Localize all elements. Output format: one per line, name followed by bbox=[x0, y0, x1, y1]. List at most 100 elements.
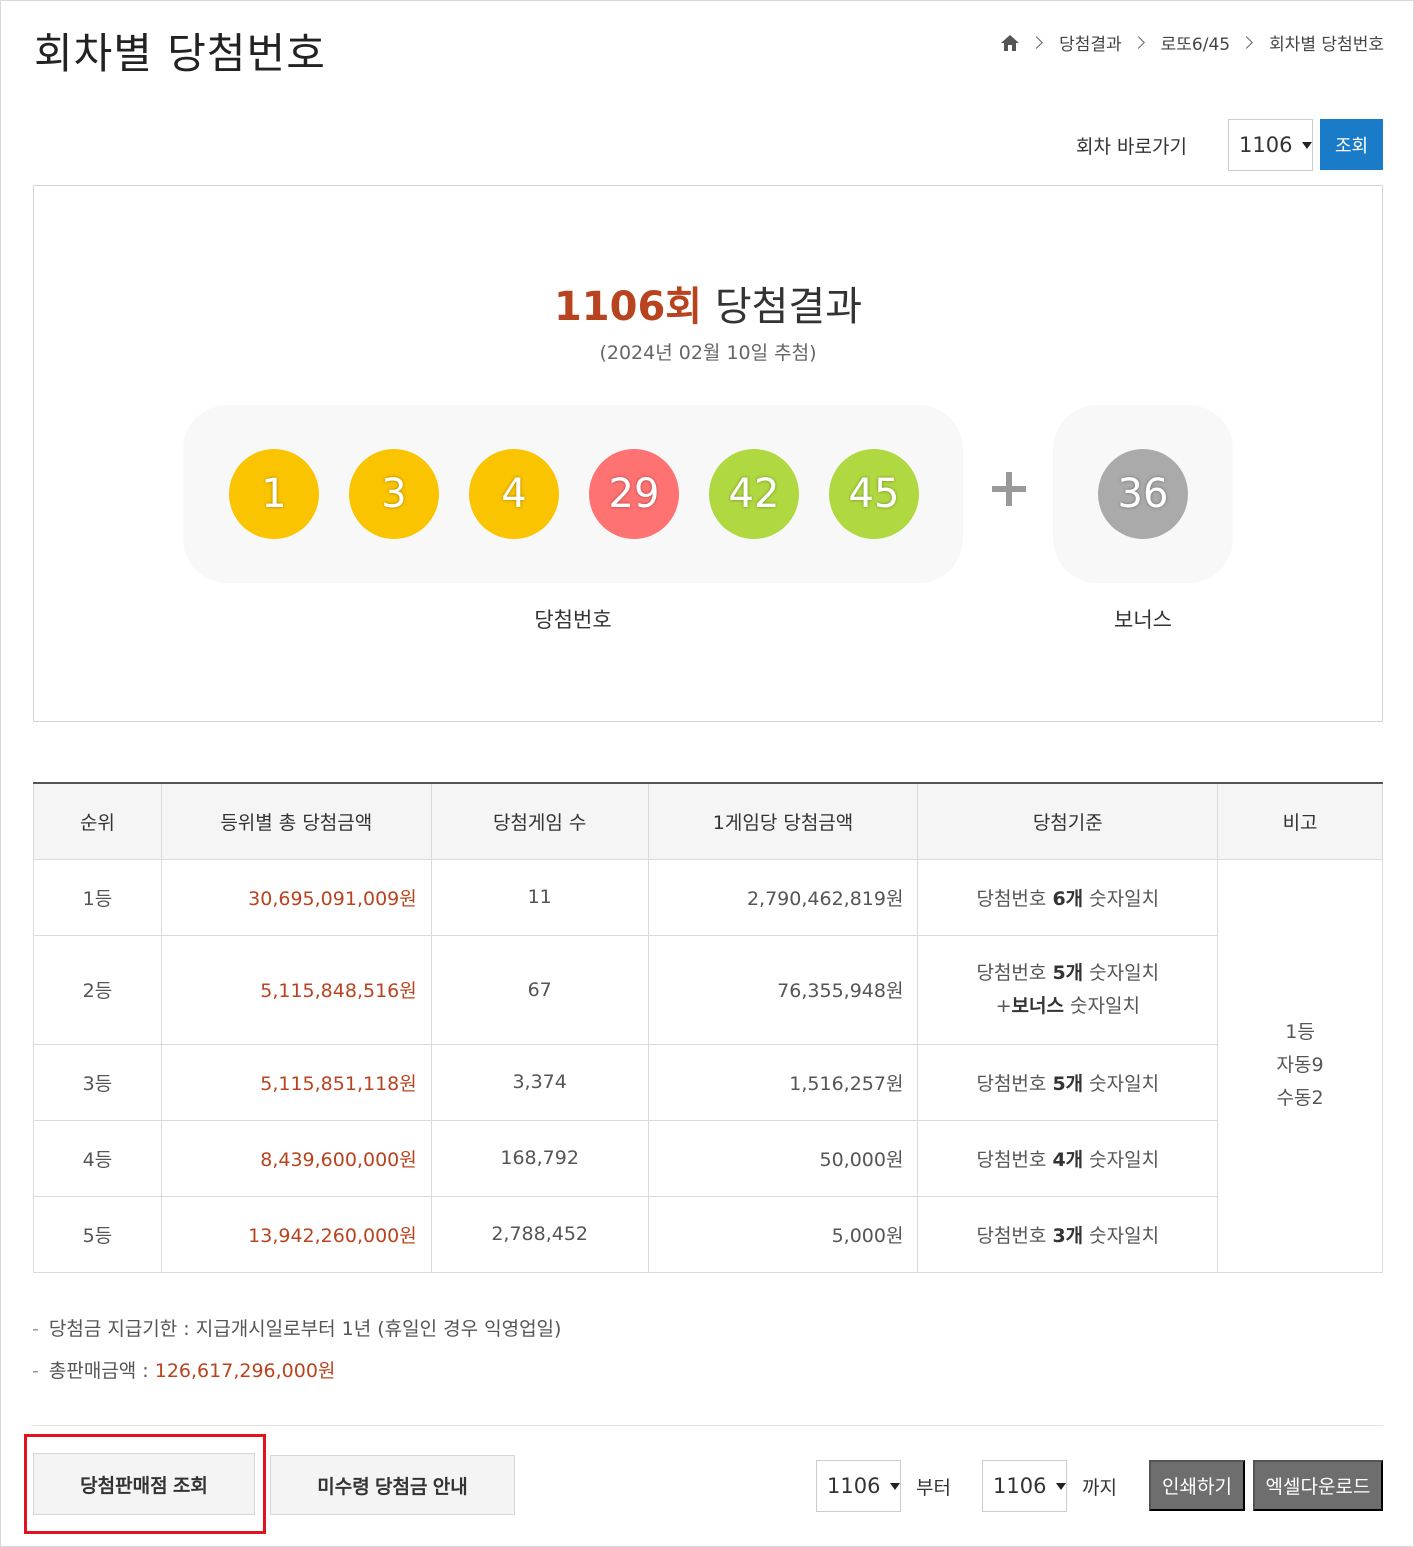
criteria-text: 숫자일치 bbox=[1064, 994, 1140, 1017]
rank-cell: 3등 bbox=[33, 1043, 162, 1121]
print-button[interactable]: 인쇄하기 bbox=[1149, 1460, 1245, 1511]
per-game-prize-cell: 2,790,462,819원 bbox=[647, 858, 919, 936]
rank-cell: 4등 bbox=[33, 1119, 162, 1197]
criteria-text: 당첨번호 bbox=[976, 887, 1053, 910]
result-title: 1106회 당첨결과 bbox=[34, 274, 1382, 332]
criteria-text: + bbox=[995, 994, 1012, 1017]
winning-number-ball: 4 bbox=[469, 449, 559, 539]
criteria-cell: 당첨번호 6개 숫자일치 bbox=[917, 858, 1219, 936]
column-header: 1게임당 당첨금액 bbox=[647, 783, 919, 860]
excel-download-button[interactable]: 엑셀다운로드 bbox=[1253, 1460, 1383, 1511]
per-game-prize-cell: 1,516,257원 bbox=[647, 1043, 919, 1121]
rank-cell: 1등 bbox=[33, 858, 162, 936]
criteria-text: 숫자일치 bbox=[1083, 1224, 1160, 1247]
per-game-prize-cell: 50,000원 bbox=[647, 1119, 919, 1197]
total-prize-cell: 8,439,600,000원 bbox=[160, 1119, 432, 1197]
chevron-right-icon bbox=[1240, 36, 1253, 49]
column-header: 등위별 총 당첨금액 bbox=[160, 783, 432, 860]
criteria-text: 당첨번호 bbox=[976, 1148, 1053, 1171]
payout-deadline-text: 당첨금 지급기한 : 지급개시일로부터 1년 (휴일인 경우 익영업일) bbox=[48, 1318, 562, 1340]
bonus-ball: 36 bbox=[1098, 449, 1188, 539]
table-row: 4등 8,439,600,000원 168,792 50,000원 당첨번호 4… bbox=[33, 1119, 1383, 1197]
criteria-count: 4개 bbox=[1052, 1148, 1084, 1171]
criteria-text: 숫자일치 bbox=[1083, 961, 1160, 984]
total-sales-note: - 총판매금액 : 126,617,296,000원 bbox=[32, 1356, 335, 1383]
bullet-dash: - bbox=[32, 1318, 39, 1340]
search-button[interactable]: 조회 bbox=[1320, 119, 1383, 170]
round-select[interactable]: 1106 bbox=[1228, 119, 1313, 171]
caret-down-icon bbox=[890, 1482, 901, 1490]
table-header-row: 순위 등위별 총 당첨금액 당첨게임 수 1게임당 당첨금액 당첨기준 비고 bbox=[33, 783, 1383, 860]
criteria-cell: 당첨번호 5개 숫자일치 +보너스 숫자일치 bbox=[917, 934, 1219, 1045]
to-round-select[interactable]: 1106 bbox=[982, 1460, 1067, 1512]
divider bbox=[33, 1425, 1383, 1426]
highlight-box bbox=[24, 1434, 266, 1534]
table-row: 2등 5,115,848,516원 67 76,355,948원 당첨번호 5개… bbox=[33, 934, 1383, 1045]
winner-count-cell: 3,374 bbox=[430, 1043, 649, 1121]
bullet-dash: - bbox=[32, 1360, 39, 1382]
criteria-text: 숫자일치 bbox=[1083, 1148, 1160, 1171]
rank-cell: 2등 bbox=[33, 934, 162, 1045]
chevron-right-icon bbox=[1131, 36, 1145, 49]
criteria-text: 숫자일치 bbox=[1083, 1072, 1160, 1095]
column-header: 당첨게임 수 bbox=[430, 783, 649, 860]
winning-number-ball: 42 bbox=[709, 449, 799, 539]
breadcrumb-item-lotto645[interactable]: 로또6/45 bbox=[1161, 30, 1230, 55]
round-select-value: 1106 bbox=[1239, 133, 1293, 157]
round-number: 1106회 bbox=[553, 284, 703, 330]
from-round-value: 1106 bbox=[827, 1474, 881, 1498]
remarks-line: 자동9 bbox=[1276, 1054, 1324, 1076]
to-round-value: 1106 bbox=[993, 1474, 1047, 1498]
column-header: 비고 bbox=[1217, 783, 1383, 860]
total-prize-cell: 13,942,260,000원 bbox=[160, 1195, 432, 1273]
breadcrumb-item-results[interactable]: 당첨결과 bbox=[1059, 30, 1122, 55]
breadcrumb: 당첨결과 로또6/45 회차별 당첨번호 bbox=[1000, 30, 1384, 55]
criteria-text: 숫자일치 bbox=[1083, 887, 1160, 910]
criteria-text: 당첨번호 bbox=[976, 961, 1053, 984]
page-title: 회차별 당첨번호 bbox=[34, 29, 326, 78]
table-row: 3등 5,115,851,118원 3,374 1,516,257원 당첨번호 … bbox=[33, 1043, 1383, 1121]
remarks-line: 1등 bbox=[1285, 1021, 1315, 1043]
from-round-select[interactable]: 1106 bbox=[816, 1460, 901, 1512]
per-game-prize-cell: 5,000원 bbox=[647, 1195, 919, 1273]
from-label: 부터 bbox=[916, 1477, 951, 1499]
criteria-count: 6개 bbox=[1052, 887, 1084, 910]
total-prize-cell: 5,115,851,118원 bbox=[160, 1043, 432, 1121]
winner-count-cell: 67 bbox=[430, 934, 649, 1045]
column-header: 순위 bbox=[33, 783, 162, 860]
winning-number-ball: 29 bbox=[589, 449, 679, 539]
home-icon[interactable] bbox=[1000, 33, 1020, 53]
draw-result-box: 1106회 당첨결과 (2024년 02월 10일 추첨) 1 3 4 29 42 45 … bbox=[33, 185, 1383, 722]
column-header: 당첨기준 bbox=[917, 783, 1219, 860]
caret-down-icon bbox=[1302, 141, 1313, 149]
winning-number-ball: 3 bbox=[349, 449, 439, 539]
winning-number-ball: 45 bbox=[829, 449, 919, 539]
rank-cell: 5등 bbox=[33, 1195, 162, 1273]
criteria-count: 3개 bbox=[1052, 1224, 1084, 1247]
result-title-suffix: 당첨결과 bbox=[714, 284, 863, 330]
criteria-text: 당첨번호 bbox=[976, 1224, 1053, 1247]
per-game-prize-cell: 76,355,948원 bbox=[647, 934, 919, 1045]
bonus-label: 보너스 bbox=[1114, 608, 1172, 632]
caret-down-icon bbox=[1056, 1482, 1067, 1490]
total-sales-value: 126,617,296,000원 bbox=[154, 1360, 336, 1382]
criteria-count: 5개 bbox=[1052, 1072, 1084, 1095]
winning-numbers-label: 당첨번호 bbox=[534, 608, 612, 632]
total-sales-label: 총판매금액 : bbox=[48, 1360, 155, 1382]
unclaimed-prize-button[interactable]: 미수령 당첨금 안내 bbox=[270, 1455, 515, 1515]
winner-count-cell: 2,788,452 bbox=[430, 1195, 649, 1273]
criteria-cell: 당첨번호 5개 숫자일치 bbox=[917, 1043, 1219, 1121]
winning-number-ball: 1 bbox=[229, 449, 319, 539]
draw-date: (2024년 02월 10일 추첨) bbox=[599, 342, 817, 364]
total-prize-cell: 5,115,848,516원 bbox=[160, 934, 432, 1045]
remarks-cell: 1등 자동9 수동2 bbox=[1217, 858, 1383, 1273]
criteria-text: 당첨번호 bbox=[976, 1072, 1053, 1095]
chevron-right-icon bbox=[1030, 36, 1043, 49]
total-prize-cell: 30,695,091,009원 bbox=[160, 858, 432, 936]
remarks-line: 수동2 bbox=[1276, 1087, 1324, 1109]
criteria-count: 5개 bbox=[1052, 961, 1084, 984]
payout-deadline-note: - 당첨금 지급기한 : 지급개시일로부터 1년 (휴일인 경우 익영업일) bbox=[32, 1314, 561, 1341]
table-row: 5등 13,942,260,000원 2,788,452 5,000원 당첨번호… bbox=[33, 1195, 1383, 1273]
winner-count-cell: 168,792 bbox=[430, 1119, 649, 1197]
criteria-cell: 당첨번호 3개 숫자일치 bbox=[917, 1195, 1219, 1273]
